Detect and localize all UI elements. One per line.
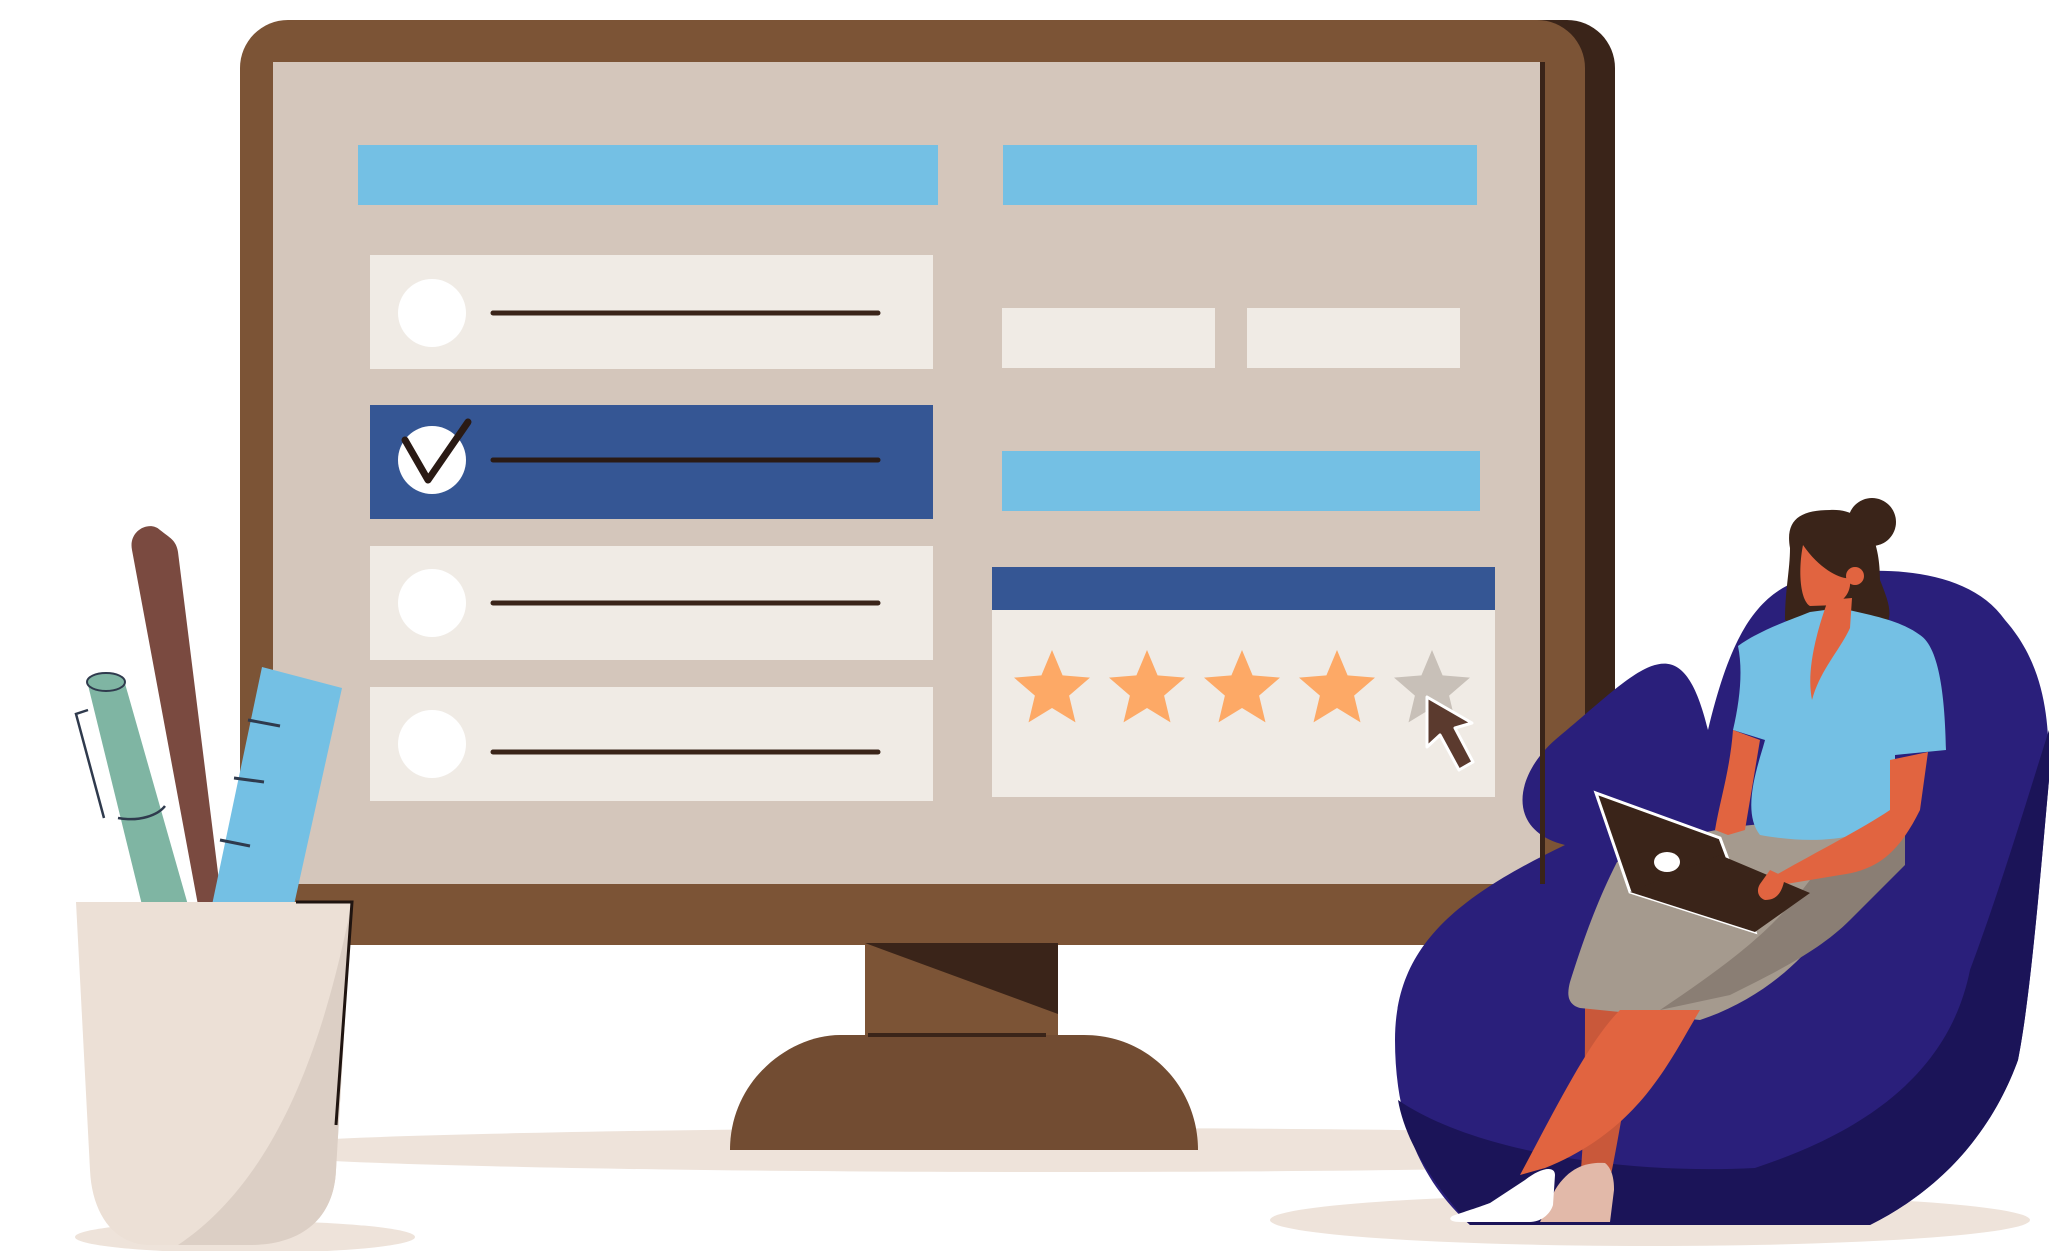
radio-button[interactable]	[398, 569, 466, 637]
monitor-right-shadow	[1540, 62, 1545, 884]
option-item-4[interactable]	[370, 687, 933, 801]
rating-card-header	[992, 567, 1495, 610]
option-item-3[interactable]	[370, 546, 933, 660]
question-header-bar	[358, 145, 938, 205]
hair-bun	[1848, 498, 1896, 546]
ear	[1846, 567, 1864, 585]
rating-title-bar	[1002, 451, 1480, 511]
radio-button[interactable]	[398, 279, 466, 347]
monitor-base	[730, 1035, 1198, 1150]
option-item-2-selected[interactable]	[370, 405, 933, 519]
option-item-1[interactable]	[370, 255, 933, 369]
input-field-1[interactable]	[1002, 308, 1215, 368]
pen-cap	[86, 672, 126, 692]
rating-card	[992, 567, 1495, 797]
section-header-bar	[1003, 145, 1477, 205]
input-field-2[interactable]	[1247, 308, 1460, 368]
laptop-logo-icon	[1654, 852, 1680, 872]
radio-button[interactable]	[398, 710, 466, 778]
survey-illustration	[74, 20, 2049, 1251]
